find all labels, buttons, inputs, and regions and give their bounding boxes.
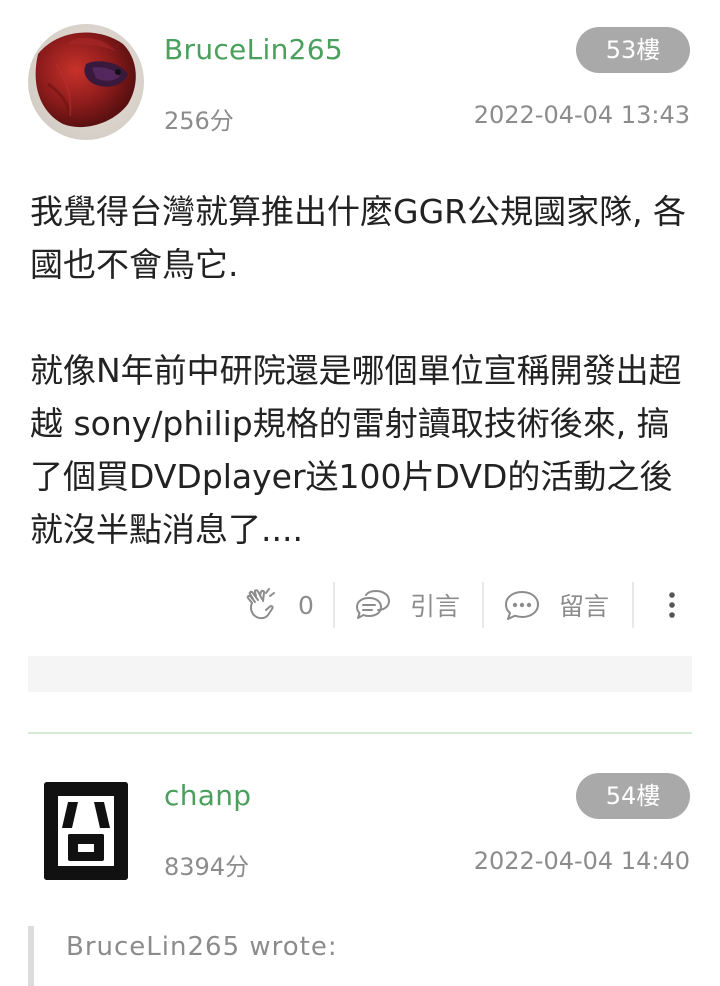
- avatar[interactable]: [28, 24, 144, 140]
- user-score: 256分: [164, 107, 234, 135]
- comment-label: 留言: [559, 592, 610, 621]
- clapping-hands-icon: [244, 587, 278, 623]
- action-separator: [632, 582, 634, 628]
- reply-area[interactable]: [28, 656, 692, 692]
- chat-bubble-icon: [503, 588, 541, 622]
- floor-badge: 53樓: [576, 27, 690, 73]
- avatar[interactable]: [28, 772, 144, 888]
- post-paragraph: 我覺得台灣就算推出什麼GGR公規國家隊, 各國也不會鳥它.: [30, 192, 687, 284]
- quote-button[interactable]: 引言: [354, 580, 460, 630]
- quote-header: BruceLin265 wrote:: [66, 932, 338, 962]
- post-paragraph: 就像N年前中研院還是哪個單位宣稱開發出超越 sony/philip規格的雷射讀取…: [30, 351, 682, 549]
- floor-badge: 54樓: [576, 773, 690, 819]
- avatar-image: [28, 24, 144, 140]
- post-paragraph: [30, 291, 694, 344]
- quote-label: 引言: [410, 592, 461, 621]
- post-actions: 0 引言 留言: [0, 580, 720, 630]
- action-separator: [482, 582, 484, 628]
- user-score: 8394分: [164, 853, 250, 881]
- quote-block: BruceLin265 wrote:: [28, 926, 698, 986]
- more-button[interactable]: [664, 580, 680, 630]
- avatar-glyph-icon: [44, 782, 128, 880]
- like-button[interactable]: 0: [244, 580, 314, 630]
- action-separator: [333, 582, 335, 628]
- post-timestamp: 2022-04-04 14:40: [473, 847, 690, 875]
- username[interactable]: BruceLin265: [164, 33, 343, 66]
- comment-button[interactable]: 留言: [503, 580, 609, 630]
- username[interactable]: chanp: [164, 779, 251, 812]
- post-timestamp: 2022-04-04 13:43: [473, 101, 690, 129]
- post-body: 我覺得台灣就算推出什麼GGR公規國家隊, 各國也不會鳥它. 就像N年前中研院還是…: [30, 185, 694, 556]
- post-53: BruceLin265 256分 53樓 2022-04-04 13:43 我覺…: [0, 0, 720, 732]
- more-vertical-icon: [664, 588, 680, 622]
- speech-bubble-icon: [354, 588, 392, 622]
- like-count: 0: [298, 590, 314, 620]
